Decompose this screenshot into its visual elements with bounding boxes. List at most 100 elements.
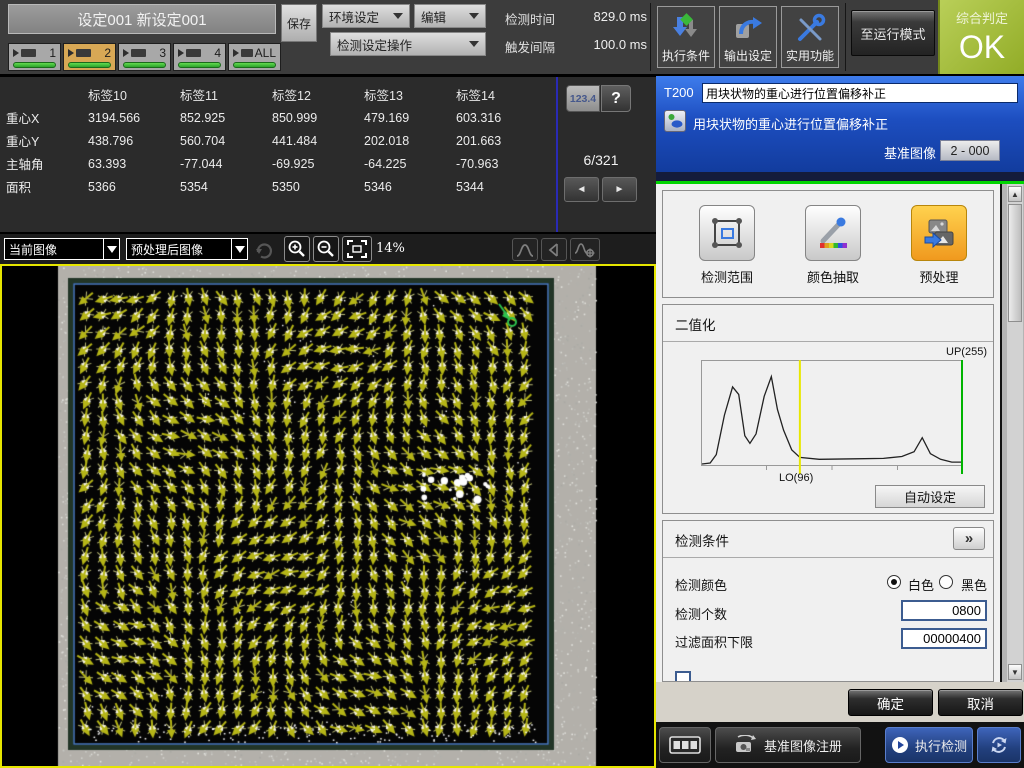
status-bar-green — [233, 62, 276, 68]
timing-stats: 检测时间 829.0 ms 触发间隔 100.0 ms — [505, 9, 647, 65]
column-header: 标签13 — [364, 83, 456, 106]
camera-register-icon — [734, 735, 758, 755]
zoom-in-button[interactable] — [284, 236, 310, 262]
register-ref-image-button[interactable]: 基准图像注册 — [715, 727, 861, 763]
row-label: 重心X — [6, 106, 88, 129]
film-strip-icon — [669, 735, 701, 755]
save-button[interactable]: 保存 — [281, 4, 317, 42]
continuous-measure-button[interactable] — [977, 727, 1021, 763]
output-settings-button[interactable]: 输出设定 — [719, 6, 777, 68]
status-bar-green — [123, 62, 166, 68]
export-icon — [731, 12, 765, 46]
bottom-bar: 基准图像注册 执行检测 — [656, 722, 1024, 768]
detect-color-label: 检测颜色 — [675, 575, 727, 594]
zoom-out-button[interactable] — [313, 236, 339, 262]
chevron-down-icon — [231, 239, 247, 259]
film-strip-button[interactable] — [659, 727, 711, 763]
edit-menu[interactable]: 编辑 — [414, 4, 486, 28]
row-label: 重心Y — [6, 129, 88, 152]
ref-image-value[interactable]: 2 - 000 — [940, 140, 1000, 161]
run-measure-button[interactable]: 执行检测 — [885, 727, 973, 763]
color-extract-button[interactable] — [805, 205, 861, 261]
image-source-select[interactable]: 当前图像 — [4, 238, 120, 260]
zoom-out-icon — [316, 239, 336, 259]
clipped-checkbox[interactable] — [675, 671, 691, 682]
tab-camera-all[interactable]: ALL — [228, 43, 281, 71]
status-bar-green — [178, 62, 221, 68]
numeric-display-button[interactable]: 123.4 — [566, 85, 600, 112]
judgement-value: OK — [959, 29, 1005, 66]
unit-settings-panel: T200 用块状物的重心进行位置偏移补正 基准图像 2 - 000 — [656, 76, 1024, 768]
unit-name-input[interactable] — [702, 83, 1018, 103]
results-table: 标签10 标签11 标签12 标签13 标签14 重心X 3194.566 85… — [6, 83, 548, 198]
settings-content: 检测范围 颜色抽取 — [656, 184, 1024, 682]
to-run-mode-button[interactable]: 至运行模式 — [851, 10, 935, 56]
play-icon — [13, 49, 19, 57]
histogram-display-button[interactable] — [512, 238, 538, 261]
black-radio[interactable] — [939, 575, 953, 589]
scene-title-text: 设定001 新设定001 — [77, 9, 206, 30]
tab-camera-1[interactable]: 1 — [8, 43, 61, 71]
display-settings-button[interactable] — [570, 238, 600, 261]
lower-threshold-label: LO(96) — [779, 472, 813, 484]
detect-count-input[interactable] — [901, 600, 987, 621]
binarization-title: 二值化 — [675, 314, 716, 334]
utility-button[interactable]: 实用功能 — [781, 6, 839, 68]
panel-scrollbar[interactable]: ▲ ▼ — [1007, 184, 1023, 682]
confirm-strip: 确定 取消 — [656, 682, 1024, 722]
trigger-interval-label: 触发间隔 — [505, 37, 567, 56]
tab-camera-3[interactable]: 3 — [118, 43, 171, 71]
auto-set-button[interactable]: 自动设定 — [875, 485, 985, 508]
table-cell: 5366 — [88, 175, 180, 198]
white-radio-label[interactable]: 白色 — [908, 575, 934, 594]
help-button[interactable]: ? — [601, 85, 631, 112]
camera-image-canvas[interactable] — [2, 266, 654, 766]
ok-button[interactable]: 确定 — [848, 689, 933, 716]
table-cell: 63.393 — [88, 152, 180, 175]
zoom-in-icon — [287, 239, 307, 259]
prev-page-button[interactable]: ◄ — [564, 177, 599, 202]
table-cell: -77.044 — [180, 152, 272, 175]
detect-time-value: 829.0 ms — [567, 9, 647, 28]
white-radio[interactable] — [887, 575, 901, 589]
fit-to-screen-button[interactable] — [342, 236, 372, 262]
scroll-up-button[interactable]: ▲ — [1008, 186, 1022, 202]
exec-condition-button[interactable]: 执行条件 — [657, 6, 715, 68]
camera-tabs: 1 2 3 4 ALL — [8, 43, 281, 71]
chevron-down-icon — [469, 13, 479, 19]
image-viewer — [0, 264, 656, 768]
play-circle-icon — [891, 736, 909, 754]
refresh-button[interactable] — [252, 238, 276, 262]
trigger-interval-value: 100.0 ms — [567, 37, 647, 56]
tab-camera-4[interactable]: 4 — [173, 43, 226, 71]
chevron-down-icon — [469, 41, 479, 47]
table-cell: -70.963 — [456, 152, 548, 175]
detect-count-label: 检测个数 — [675, 604, 727, 623]
tab-camera-2[interactable]: 2 — [63, 43, 116, 71]
profile-display-button[interactable] — [541, 238, 567, 261]
cancel-button[interactable]: 取消 — [938, 689, 1023, 716]
scrollbar-thumb[interactable] — [1008, 204, 1022, 322]
detect-settings-ops-menu[interactable]: 检测设定操作 — [330, 32, 486, 56]
divider — [650, 3, 651, 71]
black-radio-label[interactable]: 黑色 — [961, 575, 987, 594]
column-header: 标签12 — [272, 83, 364, 106]
divider — [845, 3, 846, 71]
detect-range-button[interactable] — [699, 205, 755, 261]
min-area-input[interactable] — [901, 628, 987, 649]
histogram[interactable]: UP(255) LO(96) — [701, 360, 963, 484]
scroll-down-button[interactable]: ▼ — [1008, 664, 1022, 680]
preprocess-label: 预处理 — [911, 267, 967, 286]
column-header: 标签14 — [456, 83, 548, 106]
next-page-button[interactable]: ► — [602, 177, 637, 202]
zoom-level: 14% — [376, 241, 405, 256]
camera-icon — [241, 49, 253, 57]
page-indicator: 6/321 — [560, 152, 642, 168]
expand-button[interactable]: » — [953, 527, 985, 550]
image-viewer-toolbar: 当前图像 预处理后图像 — [0, 234, 656, 264]
tools-section: 检测范围 颜色抽取 — [662, 190, 994, 298]
image-mode-select[interactable]: 预处理后图像 — [126, 238, 248, 260]
environment-settings-menu[interactable]: 环境设定 — [322, 4, 410, 28]
divider — [663, 557, 993, 558]
preprocess-button[interactable] — [911, 205, 967, 261]
